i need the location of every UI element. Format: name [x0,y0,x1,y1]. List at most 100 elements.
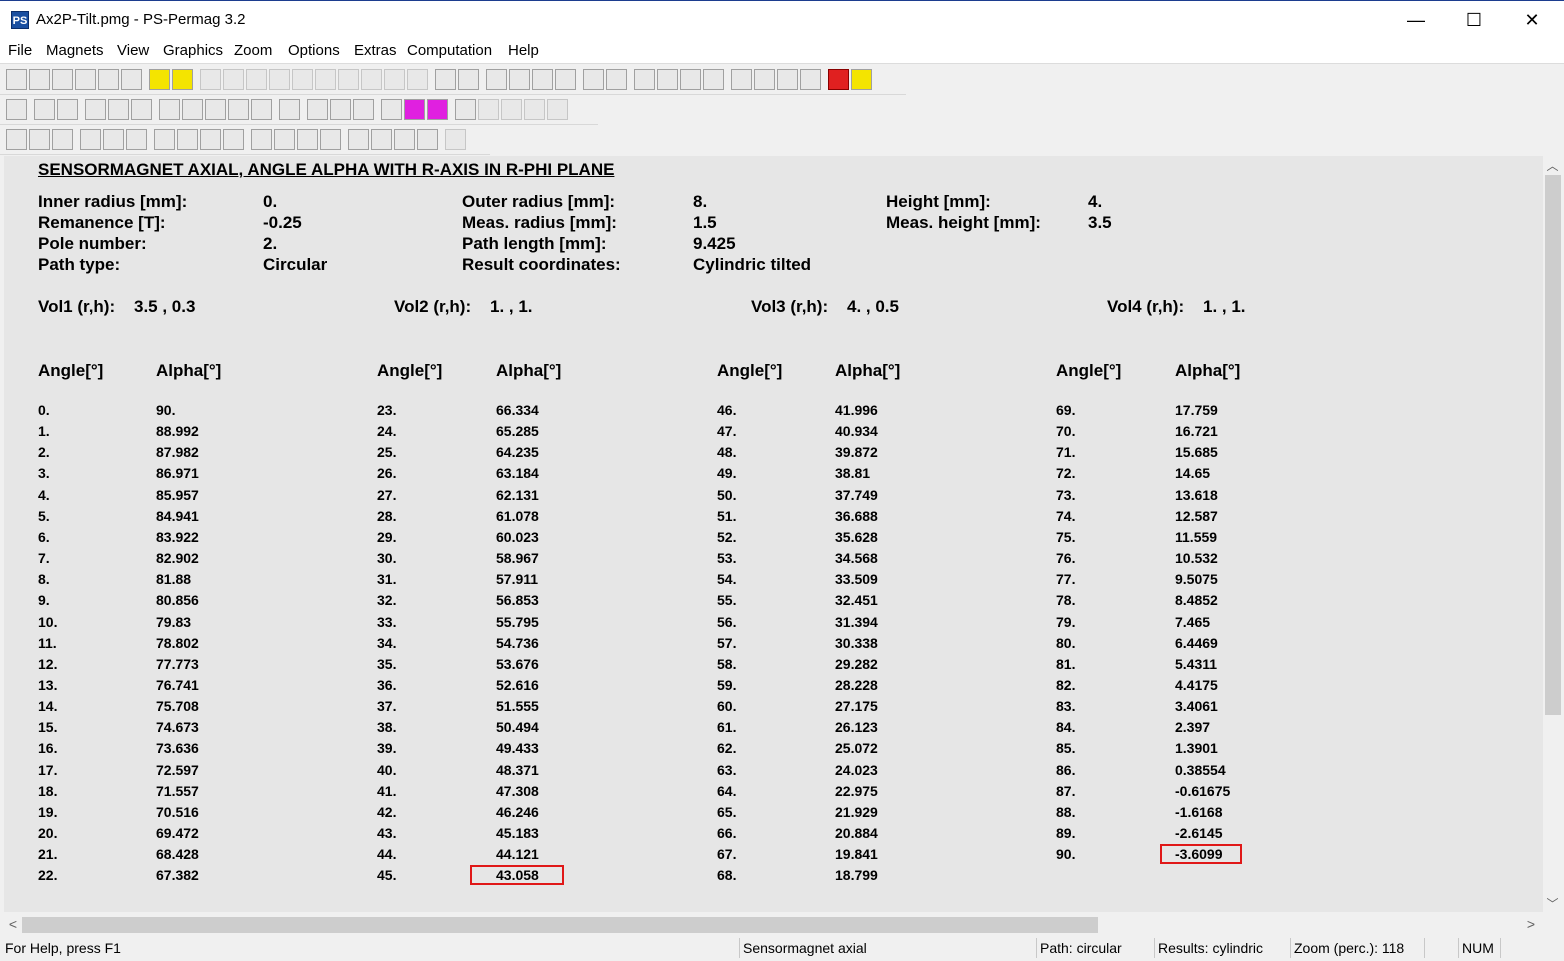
calc1-icon[interactable] [731,69,752,90]
calc2-icon[interactable] [754,69,775,90]
bi-icon[interactable] [29,129,50,150]
print-icon[interactable] [121,69,142,90]
df-icon[interactable] [353,99,374,120]
grid-icon[interactable] [159,99,180,120]
3d-a-icon[interactable] [338,69,359,90]
s0-icon[interactable] [330,99,351,120]
layers-icon[interactable] [6,99,27,120]
cs-icon[interactable] [435,69,456,90]
sa-icon[interactable] [509,69,530,90]
cols-icon[interactable] [501,99,522,120]
3d-l-icon[interactable] [315,69,336,90]
r-icon[interactable] [606,69,627,90]
curve-icon[interactable] [182,99,203,120]
tp-icon[interactable] [149,69,170,90]
calc4-icon[interactable] [800,69,821,90]
gi-icon[interactable] [52,129,73,150]
scroll-up-button[interactable]: ︿ [1543,157,1562,175]
scroll-left-button[interactable]: < [4,915,22,934]
arrow-icon[interactable] [478,99,499,120]
red-icon[interactable] [251,99,272,120]
sd-icon[interactable] [486,69,507,90]
plus-icon[interactable] [404,99,425,120]
line-icon[interactable] [57,99,78,120]
dots-icon[interactable] [205,99,226,120]
menu-view[interactable]: View [117,42,149,59]
calc3-icon[interactable] [777,69,798,90]
io-icon[interactable] [307,99,328,120]
c3-icon[interactable] [200,129,221,150]
img-icon[interactable] [445,129,466,150]
bar3-icon[interactable] [297,129,318,150]
bar-red-icon[interactable] [34,99,55,120]
box1-icon[interactable] [348,129,369,150]
horizontal-scroll-thumb[interactable] [22,917,1098,933]
menu-extras[interactable]: Extras [354,42,397,59]
ag-icon[interactable] [126,129,147,150]
3d-c-icon[interactable] [407,69,428,90]
scroll-right-button[interactable]: > [1522,915,1540,934]
3d-r-icon[interactable] [269,69,290,90]
minimize-button[interactable]: — [1387,1,1445,39]
new-icon[interactable] [6,69,27,90]
box4-icon[interactable] [417,129,438,150]
hist-icon[interactable] [547,99,568,120]
m-icon[interactable] [583,69,604,90]
bar4-icon[interactable] [320,129,341,150]
aa-icon[interactable] [80,129,101,150]
bar1-icon[interactable] [251,129,272,150]
minus-icon[interactable] [427,99,448,120]
3d-rs-icon[interactable] [292,69,313,90]
menu-help[interactable]: Help [508,42,539,59]
bar2-icon[interactable] [274,129,295,150]
column-header-angle: Angle[°] [1056,361,1122,380]
maximize-button[interactable]: ☐ [1445,1,1503,39]
3d-al-icon[interactable] [384,69,405,90]
c1-icon[interactable] [154,129,175,150]
ck-icon[interactable] [555,69,576,90]
menu-zoom[interactable]: Zoom [234,42,272,59]
vertical-scroll-thumb[interactable] [1545,175,1561,715]
colors-icon[interactable] [108,99,129,120]
ai-icon[interactable] [6,129,27,150]
menu-computation[interactable]: Computation [407,42,492,59]
open-icon[interactable] [29,69,50,90]
report-view[interactable]: SENSORMAGNET AXIAL, ANGLE ALPHA WITH R-A… [4,156,1543,912]
scroll-down-button[interactable]: ﹀ [1543,895,1562,913]
sort3-icon[interactable] [680,69,701,90]
ab-icon[interactable] [103,129,124,150]
sort2-icon[interactable] [657,69,678,90]
stop-icon[interactable] [828,69,849,90]
save-icon[interactable] [52,69,73,90]
3d-m-icon[interactable] [223,69,244,90]
table-icon[interactable] [279,99,300,120]
sl-icon[interactable] [532,69,553,90]
3d-as-icon[interactable] [361,69,382,90]
c2-icon[interactable] [177,129,198,150]
menu-graphics[interactable]: Graphics [163,42,223,59]
box3-icon[interactable] [394,129,415,150]
3d-d-icon[interactable] [200,69,221,90]
a-icon[interactable] [131,99,152,120]
up-icon[interactable] [524,99,545,120]
ed-icon[interactable] [172,69,193,90]
go-icon[interactable] [851,69,872,90]
c4-icon[interactable] [223,129,244,150]
txt-icon[interactable] [75,69,96,90]
alpha-cell: 13.618 [1175,486,1218,503]
txt2-icon[interactable] [98,69,119,90]
sort4-icon[interactable] [703,69,724,90]
close-button[interactable]: ✕ [1503,1,1561,39]
plusminus-icon[interactable] [381,99,402,120]
alpha-cell: 50.494 [496,719,539,736]
chart-icon[interactable] [85,99,106,120]
menu-magnets[interactable]: Magnets [46,42,104,59]
h-icon[interactable] [458,69,479,90]
box2-icon[interactable] [371,129,392,150]
sort1-icon[interactable] [634,69,655,90]
t-icon[interactable] [228,99,249,120]
diag-icon[interactable] [455,99,476,120]
menu-file[interactable]: File [8,42,32,59]
menu-options[interactable]: Options [288,42,340,59]
3d-ms-icon[interactable] [246,69,267,90]
